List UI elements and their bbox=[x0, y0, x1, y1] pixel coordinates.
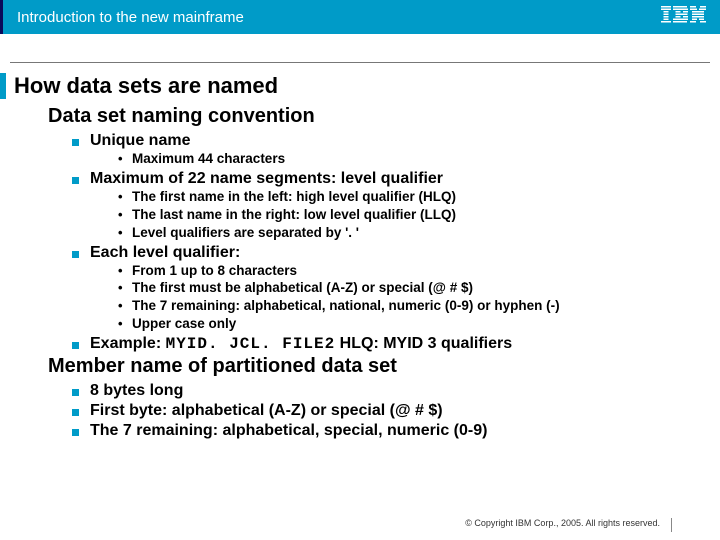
list-item: 8 bytes long bbox=[72, 382, 708, 400]
example-code: MYID. JCL. FILE2 bbox=[166, 335, 336, 353]
slide-title: How data sets are named bbox=[0, 73, 708, 99]
list-item: Maximum of 22 name segments: level quali… bbox=[72, 170, 708, 242]
bullet-list: 8 bytes long First byte: alphabetical (A… bbox=[72, 382, 708, 440]
slide-content: How data sets are named Data set naming … bbox=[0, 73, 720, 440]
list-item: The 7 remaining: alphabetical, national,… bbox=[118, 298, 708, 315]
bullet-list: Unique name Maximum 44 characters Maximu… bbox=[72, 132, 708, 353]
list-item: The last name in the right: low level qu… bbox=[118, 207, 708, 224]
bullet-label: Maximum of 22 name segments: level quali… bbox=[90, 170, 443, 187]
copyright-footer: © Copyright IBM Corp., 2005. All rights … bbox=[465, 518, 660, 528]
list-item: Upper case only bbox=[118, 316, 708, 333]
section-heading: Member name of partitioned data set bbox=[48, 355, 708, 378]
list-item: Maximum 44 characters bbox=[118, 151, 708, 168]
list-item: Unique name Maximum 44 characters bbox=[72, 132, 708, 168]
example-tail: 3 qualifiers bbox=[423, 335, 512, 352]
list-item-example: Example: MYID. JCL. FILE2 HLQ: MYID 3 qu… bbox=[72, 335, 708, 353]
list-item: The first name in the left: high level q… bbox=[118, 189, 708, 206]
bullet-label: Unique name bbox=[90, 132, 190, 149]
list-item: Each level qualifier: From 1 up to 8 cha… bbox=[72, 244, 708, 334]
ibm-logo-icon bbox=[661, 6, 706, 29]
example-prefix: Example: bbox=[90, 335, 166, 352]
header-title: Introduction to the new mainframe bbox=[17, 9, 244, 26]
section-heading: Data set naming convention bbox=[48, 105, 708, 128]
list-item: The 7 remaining: alphabetical, special, … bbox=[72, 422, 708, 440]
example-hlq: HLQ: MYID bbox=[335, 335, 423, 352]
list-item: From 1 up to 8 characters bbox=[118, 263, 708, 280]
footer-divider bbox=[671, 518, 672, 532]
divider bbox=[10, 62, 710, 63]
list-item: The first must be alphabetical (A-Z) or … bbox=[118, 280, 708, 297]
list-item: Level qualifiers are separated by '. ' bbox=[118, 225, 708, 242]
list-item: First byte: alphabetical (A-Z) or specia… bbox=[72, 402, 708, 420]
header-bar: Introduction to the new mainframe bbox=[0, 0, 720, 34]
bullet-label: Each level qualifier: bbox=[90, 244, 240, 261]
